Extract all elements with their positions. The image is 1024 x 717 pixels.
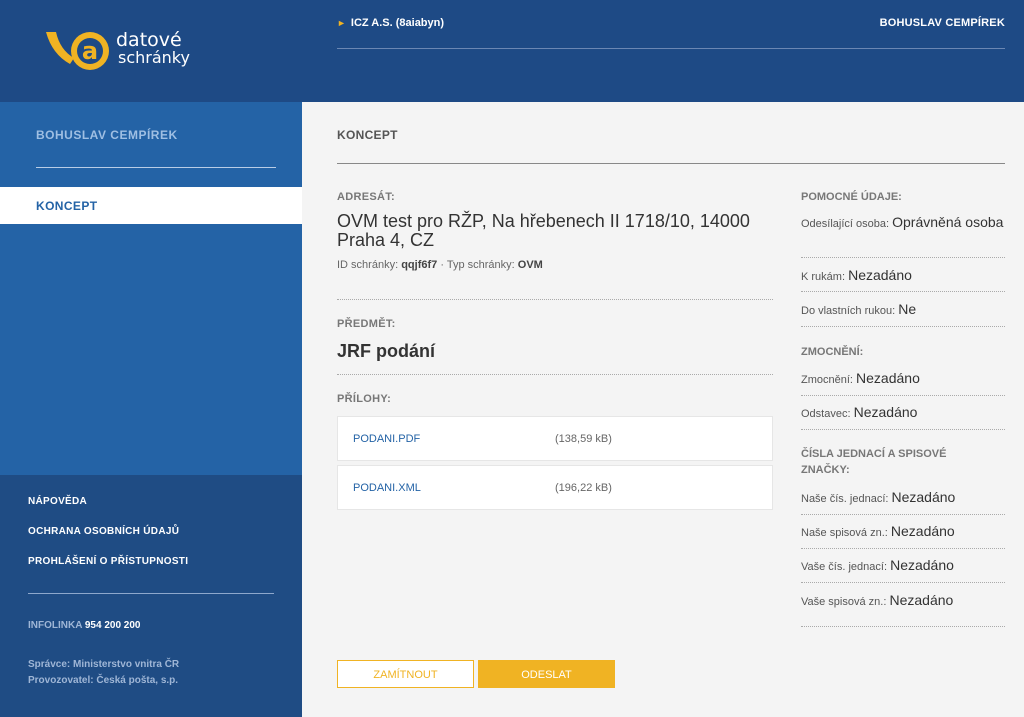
authorization-field: Zmocnění: Nezadáno <box>801 369 1005 389</box>
accessibility-link[interactable]: PROHLÁŠENÍ O PŘÍSTUPNOSTI <box>28 556 188 567</box>
divider <box>337 374 773 375</box>
datove-schranky-logo[interactable]: a datové schránky <box>44 30 194 74</box>
divider <box>801 395 1005 396</box>
reject-button[interactable]: ZAMÍTNOUT <box>337 660 474 688</box>
sidebar-divider <box>36 167 276 168</box>
send-button[interactable]: ODESLAT <box>478 660 615 688</box>
to-hands-field: K rukám: Nezadáno <box>801 266 1005 286</box>
recipient-id-line: ID schránky: qqjf6f7 · Typ schránky: OVM <box>337 259 543 271</box>
authorization-label: ZMOCNĚNÍ: <box>801 346 864 358</box>
title-divider <box>337 163 1005 164</box>
auxiliary-data-label: POMOCNÉ ÚDAJE: <box>801 191 902 203</box>
field-label: Naše čís. jednací: <box>801 493 889 505</box>
field-value: Nezadáno <box>889 592 954 608</box>
subject-label: PŘEDMĚT: <box>337 318 396 330</box>
divider <box>801 582 1005 583</box>
divider <box>801 429 1005 430</box>
attachment-size: (138,59 kB) <box>555 433 612 445</box>
field-value: Ne <box>898 301 917 317</box>
header-divider <box>337 48 1005 49</box>
recipient-label: ADRESÁT: <box>337 191 396 203</box>
box-id-value: qqjf6f7 <box>401 259 438 271</box>
main-content: KONCEPT ADRESÁT: OVM test pro RŽP, Na hř… <box>302 102 1024 717</box>
field-value: Nezadáno <box>890 557 954 573</box>
header-user-name[interactable]: BOHUSLAV CEMPÍREK <box>880 17 1005 29</box>
subject-value: JRF podání <box>337 341 435 361</box>
field-value: Nezadáno <box>848 267 912 283</box>
logo-line2: schránky <box>118 48 190 67</box>
field-label: Do vlastních rukou: <box>801 305 896 317</box>
field-label: Odstavec: <box>801 408 851 420</box>
attachment-name[interactable]: PODANI.XML <box>353 482 421 494</box>
attachments-label: PŘÍLOHY: <box>337 393 392 405</box>
divider <box>801 514 1005 515</box>
sidebar-item-label: KONCEPT <box>36 199 98 213</box>
divider <box>801 326 1005 327</box>
attachment-name[interactable]: PODANI.PDF <box>353 433 420 445</box>
box-type-label: · Typ schránky: <box>440 259 515 271</box>
logo-line1: datové <box>116 29 182 51</box>
field-value: Nezadáno <box>890 523 955 539</box>
footer-divider <box>28 593 274 594</box>
field-label: Vaše čís. jednací: <box>801 561 888 573</box>
infolinka: INFOLINKA 954 200 200 <box>28 620 140 631</box>
organization-name: ICZ A.S. (8aiabyn) <box>350 17 445 29</box>
your-ref-number-field: Vaše čís. jednací: Nezadáno <box>801 556 1005 576</box>
privacy-link[interactable]: OCHRANA OSOBNÍCH ÚDAJŮ <box>28 526 179 537</box>
sending-person-field: Odesílající osoba: Oprávněná osoba <box>801 213 1005 233</box>
attachment-size: (196,22 kB) <box>555 482 612 494</box>
logo-text: datové schránky <box>116 29 190 67</box>
recipient-address: OVM test pro RŽP, Na hřebenech II 1718/1… <box>337 211 750 250</box>
at-logo-icon: a <box>46 32 109 70</box>
paragraph-field: Odstavec: Nezadáno <box>801 403 1005 423</box>
help-link[interactable]: NÁPOVĚDA <box>28 496 87 507</box>
field-label: Zmocnění: <box>801 374 853 386</box>
divider <box>801 626 1005 627</box>
field-label: Vaše spisová zn.: <box>801 596 887 608</box>
field-label: Odesílající osoba: <box>801 218 890 230</box>
sidebar-item-koncept[interactable]: KONCEPT <box>0 187 302 224</box>
infolinka-number: 954 200 200 <box>84 620 141 631</box>
field-value: Nezadáno <box>853 404 918 420</box>
divider <box>801 291 1005 292</box>
organization-selector[interactable]: ► ICZ A.S. (8aiabyn) <box>337 17 444 29</box>
box-type-value: OVM <box>517 259 543 271</box>
field-value: Nezadáno <box>891 489 956 505</box>
divider <box>801 257 1005 258</box>
field-value: Nezadáno <box>856 370 920 386</box>
reference-numbers-label: ČÍSLA JEDNACÍ A SPISOVÉ ZNAČKY: <box>801 448 947 476</box>
sidebar-footer: NÁPOVĚDA OCHRANA OSOBNÍCH ÚDAJŮ PROHLÁŠE… <box>0 475 302 717</box>
header: a datové schránky ► ICZ A.S. (8aiabyn) BO… <box>0 0 1024 102</box>
sidebar: BOHUSLAV CEMPÍREK KONCEPT <box>0 102 302 475</box>
own-hands-field: Do vlastních rukou: Ne <box>801 300 1005 320</box>
administrator-text: Správce: Ministerstvo vnitra ČR <box>28 659 180 670</box>
triangle-right-icon: ► <box>337 18 346 28</box>
infolinka-label: INFOLINKA <box>28 620 83 631</box>
field-value: Oprávněná osoba <box>892 214 1004 230</box>
svg-text:a: a <box>82 37 98 65</box>
field-label: Naše spisová zn.: <box>801 527 888 539</box>
attachment-item[interactable]: PODANI.PDF (138,59 kB) <box>337 416 773 461</box>
sidebar-user-name[interactable]: BOHUSLAV CEMPÍREK <box>36 128 178 142</box>
divider <box>337 299 773 300</box>
your-file-mark-field: Vaše spisová zn.: Nezadáno <box>801 591 1005 611</box>
field-label: K rukám: <box>801 271 846 283</box>
attachment-item[interactable]: PODANI.XML (196,22 kB) <box>337 465 773 510</box>
our-file-mark-field: Naše spisová zn.: Nezadáno <box>801 522 1005 542</box>
box-id-label: ID schránky: <box>337 259 399 271</box>
divider <box>801 548 1005 549</box>
page-title: KONCEPT <box>337 128 398 142</box>
our-ref-number-field: Naše čís. jednací: Nezadáno <box>801 488 1005 508</box>
operator-text: Provozovatel: Česká pošta, s.p. <box>28 675 179 686</box>
